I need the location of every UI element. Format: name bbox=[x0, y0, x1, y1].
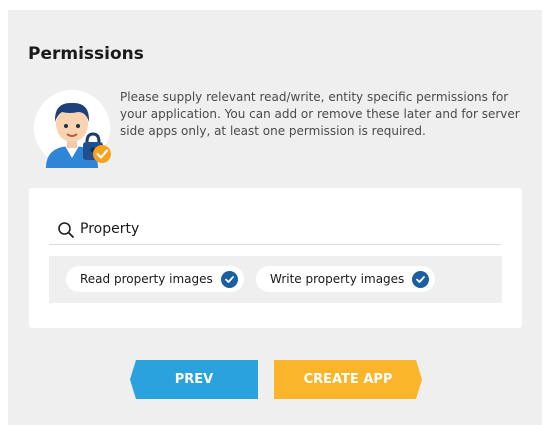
permission-chip-label: Write property images bbox=[270, 272, 405, 286]
prev-button[interactable]: PREV bbox=[130, 360, 258, 399]
page-title: Permissions bbox=[28, 44, 144, 64]
permissions-description: Please supply relevant read/write, entit… bbox=[120, 90, 520, 138]
permission-chip-write-property-images[interactable]: Write property images bbox=[256, 266, 436, 292]
permission-chip-label: Read property images bbox=[80, 272, 213, 286]
create-app-button[interactable]: CREATE APP bbox=[274, 360, 422, 399]
check-icon bbox=[220, 270, 238, 288]
permissions-panel: Permissions Please supply relevant read/… bbox=[8, 10, 542, 425]
search-icon bbox=[58, 222, 74, 238]
user-padlock-icon bbox=[34, 90, 111, 168]
permission-search-card: Read property images Write property imag… bbox=[29, 188, 522, 328]
check-icon bbox=[412, 270, 430, 288]
permission-chip-read-property-images[interactable]: Read property images bbox=[66, 266, 244, 292]
selected-permissions-list: Read property images Write property imag… bbox=[49, 256, 502, 303]
search-input[interactable] bbox=[80, 218, 480, 240]
search-row bbox=[49, 212, 501, 245]
